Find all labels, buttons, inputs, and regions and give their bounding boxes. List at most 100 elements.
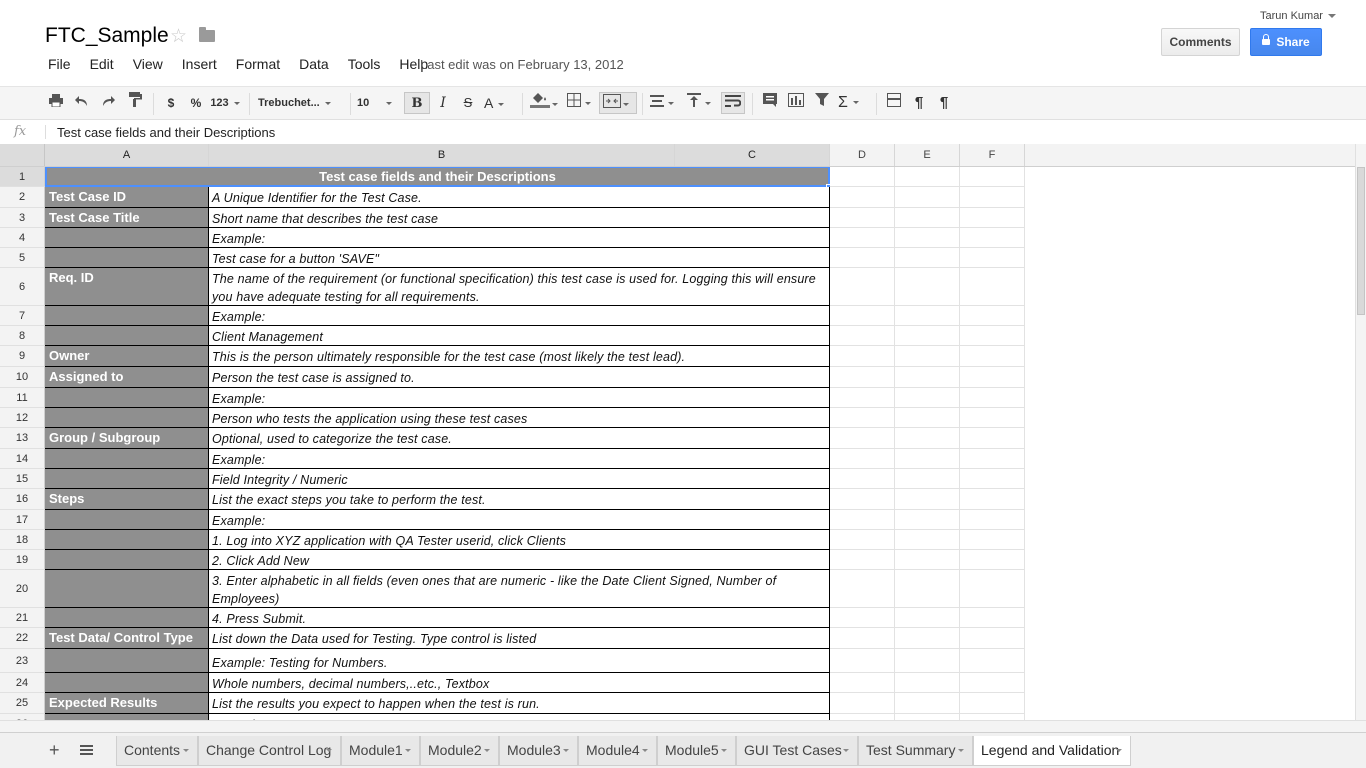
cell-description[interactable]: 3. Enter alphabetic in all fields (even … <box>209 570 830 608</box>
empty-cell-d[interactable] <box>830 530 895 550</box>
empty-cell-d[interactable] <box>830 428 895 449</box>
chevron-down-icon[interactable] <box>1116 749 1122 752</box>
column-header-b[interactable]: B <box>209 144 675 166</box>
sheet-tab-legend-and-validation[interactable]: Legend and Validation <box>973 736 1131 766</box>
font-family-dropdown[interactable]: Trebuchet... <box>258 92 344 114</box>
menu-view[interactable]: View <box>123 56 172 74</box>
empty-cell-f[interactable] <box>960 187 1025 208</box>
row-header[interactable]: 17 <box>0 510 45 530</box>
italic-button[interactable]: I <box>434 92 452 114</box>
insert-chart-icon[interactable] <box>786 92 806 114</box>
empty-cell-e[interactable] <box>895 570 960 608</box>
fill-color-button[interactable] <box>530 92 562 114</box>
merge-cells-button[interactable] <box>599 92 637 114</box>
vertical-scrollbar[interactable] <box>1355 144 1366 720</box>
empty-cell-d[interactable] <box>830 608 895 628</box>
borders-button[interactable] <box>567 92 597 114</box>
empty-cell-d[interactable] <box>830 228 895 248</box>
empty-cell-f[interactable] <box>960 449 1025 469</box>
empty-cell-f[interactable] <box>960 649 1025 673</box>
chevron-down-icon[interactable] <box>484 749 490 752</box>
cell-description[interactable]: Client Management <box>209 326 830 346</box>
empty-cell-f[interactable] <box>960 469 1025 489</box>
filter-icon[interactable] <box>812 92 832 114</box>
empty-cell-d[interactable] <box>830 388 895 408</box>
empty-cell-d[interactable] <box>830 208 895 228</box>
empty-cell-e[interactable] <box>895 628 960 649</box>
cell-description[interactable]: Example: <box>209 510 830 530</box>
empty-cell-d[interactable] <box>830 326 895 346</box>
empty-cell-f[interactable] <box>960 326 1025 346</box>
empty-cell-e[interactable] <box>895 187 960 208</box>
cell-description[interactable]: Example: <box>209 228 830 248</box>
empty-cell-d[interactable] <box>830 489 895 510</box>
row-header[interactable]: 13 <box>0 428 45 449</box>
empty-cell-f[interactable] <box>960 510 1025 530</box>
empty-cell-e[interactable] <box>895 408 960 428</box>
freeze-rows-icon[interactable] <box>884 92 904 114</box>
row-header[interactable]: 6 <box>0 268 45 306</box>
sheet-list-icon[interactable] <box>80 745 93 755</box>
cell-description[interactable]: List down the Data used for Testing. Typ… <box>209 628 830 649</box>
empty-cell-f[interactable] <box>960 673 1025 693</box>
empty-cell-e[interactable] <box>895 550 960 570</box>
cell-description[interactable]: The name of the requirement (or function… <box>209 268 830 306</box>
cell-field-name[interactable] <box>45 469 209 489</box>
star-icon[interactable]: ☆ <box>170 25 187 48</box>
number-format-dropdown[interactable]: 123 <box>210 92 240 114</box>
column-header-f[interactable]: F <box>960 144 1025 166</box>
empty-cell-d[interactable] <box>830 306 895 326</box>
empty-cell-e[interactable] <box>895 469 960 489</box>
empty-cell-e[interactable] <box>895 167 960 187</box>
empty-cell-d[interactable] <box>830 449 895 469</box>
cell-description[interactable]: Test case for a button 'SAVE" <box>209 248 830 268</box>
menu-edit[interactable]: Edit <box>80 56 123 74</box>
horizontal-align-button[interactable] <box>650 92 682 114</box>
chevron-down-icon[interactable] <box>642 749 648 752</box>
text-color-button[interactable]: A <box>484 92 516 114</box>
cell-field-name[interactable]: Assigned to <box>45 367 209 388</box>
chevron-down-icon[interactable] <box>326 749 332 752</box>
vertical-scrollbar-thumb[interactable] <box>1357 167 1365 315</box>
row-header[interactable]: 4 <box>0 228 45 248</box>
empty-cell-d[interactable] <box>830 469 895 489</box>
empty-cell-d[interactable] <box>830 187 895 208</box>
empty-cell-e[interactable] <box>895 388 960 408</box>
empty-cell-e[interactable] <box>895 346 960 367</box>
percent-format-button[interactable]: % <box>187 92 205 114</box>
cell-description[interactable]: Optional, used to categorize the test ca… <box>209 428 830 449</box>
row-header[interactable]: 18 <box>0 530 45 550</box>
cell-description[interactable]: Whole numbers, decimal numbers,..etc., T… <box>209 673 830 693</box>
paint-format-icon[interactable] <box>125 92 145 114</box>
empty-cell-f[interactable] <box>960 248 1025 268</box>
document-title[interactable]: FTC_Sample <box>45 24 169 48</box>
cell-description[interactable]: Example: <box>209 449 830 469</box>
empty-cell-f[interactable] <box>960 268 1025 306</box>
print-icon[interactable] <box>47 92 65 114</box>
row-header[interactable]: 9 <box>0 346 45 367</box>
empty-cell-e[interactable] <box>895 228 960 248</box>
cell-field-name[interactable] <box>45 449 209 469</box>
wrap-text-button[interactable] <box>721 92 745 114</box>
merged-title-cell[interactable]: Test case fields and their Descriptions <box>45 167 830 187</box>
cell-field-name[interactable]: Owner <box>45 346 209 367</box>
right-to-left-icon[interactable]: ¶ <box>934 92 954 114</box>
strikethrough-button[interactable]: S <box>459 92 477 114</box>
cell-description[interactable]: List the exact steps you take to perform… <box>209 489 830 510</box>
row-header[interactable]: 21 <box>0 608 45 628</box>
font-size-dropdown[interactable]: 10 <box>357 92 397 114</box>
select-all-corner[interactable] <box>0 144 45 166</box>
chevron-down-icon[interactable] <box>721 749 727 752</box>
sheet-tab-contents[interactable]: Contents <box>116 736 198 766</box>
empty-cell-f[interactable] <box>960 228 1025 248</box>
row-header[interactable]: 11 <box>0 388 45 408</box>
sheet-tab-module5[interactable]: Module5 <box>657 736 736 766</box>
empty-cell-e[interactable] <box>895 673 960 693</box>
chevron-down-icon[interactable] <box>958 749 964 752</box>
column-header-d[interactable]: D <box>830 144 895 166</box>
empty-cell-d[interactable] <box>830 367 895 388</box>
empty-cell-e[interactable] <box>895 693 960 714</box>
row-header[interactable]: 7 <box>0 306 45 326</box>
cell-field-name[interactable] <box>45 248 209 268</box>
add-sheet-icon[interactable]: + <box>49 740 60 761</box>
